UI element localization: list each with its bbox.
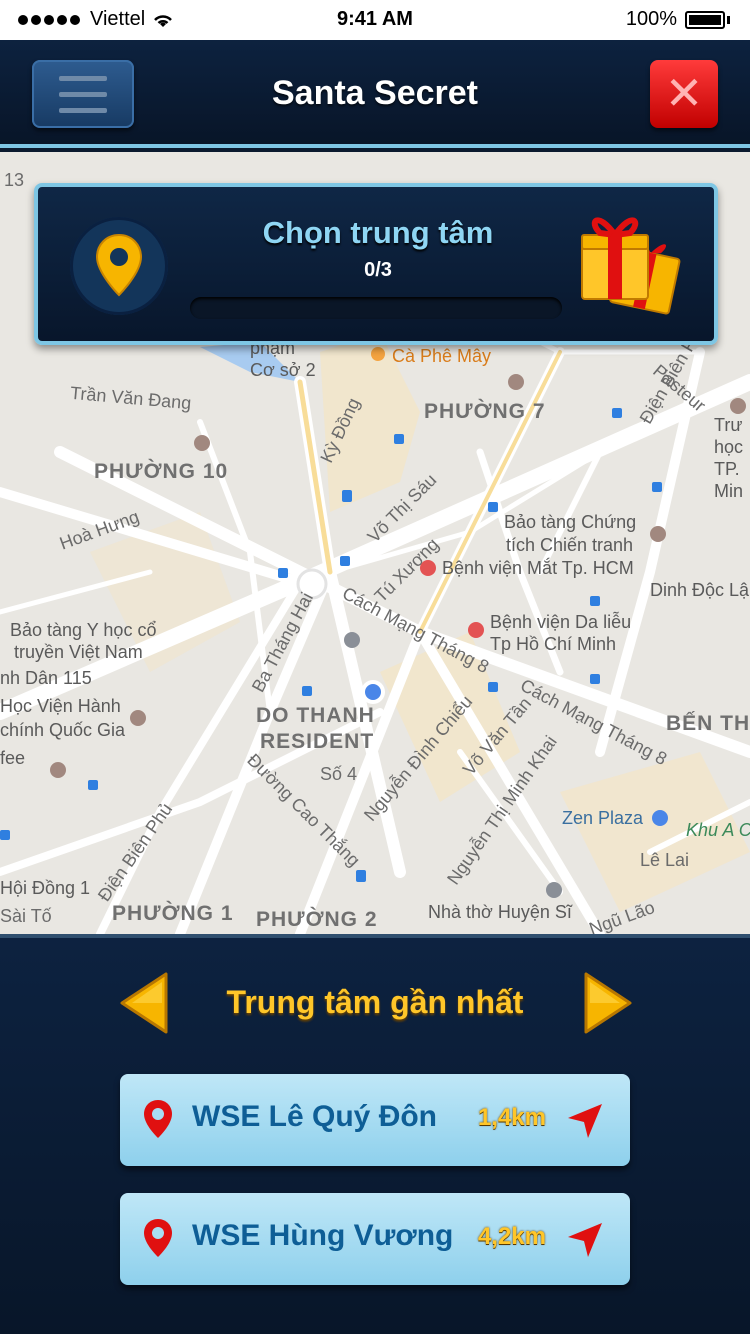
battery-icon xyxy=(685,10,725,29)
map-label: Bệnh viện Mắt Tp. HCM xyxy=(442,558,634,578)
map-label: PHƯỜNG 2 xyxy=(256,908,378,931)
battery-percent: 100% xyxy=(625,8,677,30)
map-label: DO THANH xyxy=(256,704,375,727)
center-distance: 1,4km xyxy=(477,1104,546,1131)
navigate-arrow-icon[interactable] xyxy=(566,1221,604,1259)
map-label: Lê Lai xyxy=(640,850,690,870)
map-label: Trư học TP. Min xyxy=(714,415,744,501)
map-label: PHƯỜNG 10 xyxy=(94,460,229,483)
map-label: Hội Đồng 1 xyxy=(0,878,91,898)
map-label: RESIDENT xyxy=(260,730,375,753)
map-label: fee xyxy=(0,748,26,768)
map-label: BẾN THÀNH xyxy=(666,712,750,735)
nearest-centers-title: Trung tâm gần nhất xyxy=(226,984,524,1020)
navigate-arrow-icon[interactable] xyxy=(566,1102,604,1140)
center-item-hung-vuong[interactable]: WSE Hùng Vương 4,2km xyxy=(120,1193,630,1285)
gift-box-icon xyxy=(581,217,681,315)
mission-title: Chọn trung tâm xyxy=(262,215,494,250)
map-label: Sài Tố xyxy=(0,906,52,926)
center-name: WSE Hùng Vương xyxy=(192,1219,454,1252)
map-label: Cơ sở 2 xyxy=(250,360,316,380)
map-label: Nhà thờ Huyện Sĩ xyxy=(428,902,572,922)
map-label: tích Chiến tranh xyxy=(506,535,634,555)
mission-progress-bar xyxy=(190,297,562,319)
map-label: Bệnh viện Da liễu xyxy=(490,612,632,632)
center-name: WSE Lê Quý Đôn xyxy=(192,1100,438,1133)
center-item-le-quy-don[interactable]: WSE Lê Quý Đôn 1,4km xyxy=(120,1074,630,1166)
app-title: Santa Secret xyxy=(272,74,478,112)
map-label: Bảo tàng Chứng xyxy=(504,512,637,532)
map-label: Cà Phê Mây xyxy=(392,346,492,366)
map-label: PHƯỜNG 7 xyxy=(424,400,546,423)
close-icon: ✕ xyxy=(664,67,704,119)
map-label: chính Quốc Gia xyxy=(0,720,126,740)
map-label: PHƯỜNG 1 xyxy=(112,902,234,925)
location-pin-badge xyxy=(70,217,168,315)
map-label: Khu A C xyxy=(686,820,750,840)
map-label: Số 4 xyxy=(320,764,358,784)
location-pin-icon xyxy=(95,233,143,297)
app-header: Santa Secret ✕ xyxy=(0,40,750,148)
location-marker-icon xyxy=(144,1100,172,1138)
nearest-centers-panel: Trung tâm gần nhất WSE Lê Quý Đôn 1,4km … xyxy=(0,934,750,1334)
battery-info: 100% xyxy=(626,8,730,31)
mission-count: 0/3 xyxy=(364,259,392,281)
close-button[interactable]: ✕ xyxy=(650,60,718,128)
map-label: 13 xyxy=(4,170,25,190)
map-label: Học Viện Hành xyxy=(0,696,121,716)
map-label: Bảo tàng Y học cổ xyxy=(10,620,157,640)
center-distance: 4,2km xyxy=(477,1223,546,1250)
map-label: Dinh Độc Lập xyxy=(650,580,750,600)
map-label: truyền Việt Nam xyxy=(14,642,143,662)
location-marker-icon xyxy=(144,1219,172,1257)
status-bar: Viettel 9:41 AM 100% xyxy=(0,0,750,40)
battery-tip xyxy=(727,15,730,24)
map-label: nh Dân 115 xyxy=(0,668,92,688)
mission-card: Chọn trung tâm 0/3 xyxy=(34,183,718,345)
arrow-right-icon[interactable] xyxy=(582,970,634,1036)
map-label: Zen Plaza xyxy=(562,808,644,828)
map-label: Tp Hồ Chí Minh xyxy=(490,634,617,654)
